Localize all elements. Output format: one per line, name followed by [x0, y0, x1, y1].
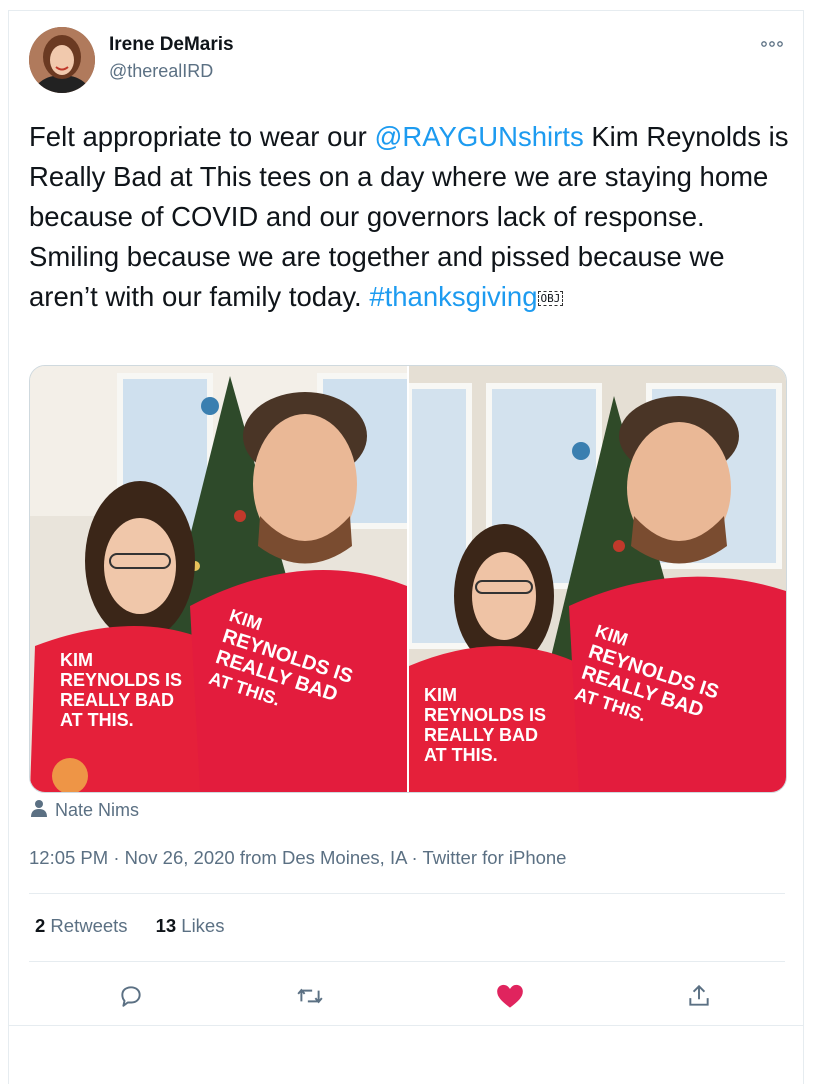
heart-icon[interactable]: [495, 981, 525, 1011]
meta-separator: ·: [108, 847, 125, 868]
retweets-label: Retweets: [45, 915, 128, 936]
shirt-text-right-3: REALLY BAD: [424, 725, 538, 745]
divider: [29, 893, 785, 894]
reply-icon[interactable]: [116, 981, 146, 1011]
mention-link[interactable]: @RAYGUNshirts: [374, 121, 583, 152]
media-grid: KIM REYNOLDS IS REALLY BAD AT THIS. KIM …: [29, 365, 787, 793]
likes-label: Likes: [176, 915, 225, 936]
object-replacement-glyph: OBJ: [537, 290, 564, 306]
tweet-card: Irene DeMaris @therealIRD Felt appropria…: [8, 10, 804, 1084]
shirt-text-left-2: REYNOLDS IS: [60, 670, 182, 690]
likes-stat[interactable]: 13 Likes: [156, 915, 225, 937]
photo-right[interactable]: KIM REYNOLDS IS REALLY BAD AT THIS. KIM …: [409, 366, 786, 792]
meta-separator: ·: [406, 847, 423, 868]
shirt-text-right-2: REYNOLDS IS: [424, 705, 546, 725]
shirt-text-right-4: AT THIS.: [424, 745, 498, 765]
tagged-user-name[interactable]: Nate Nims: [55, 800, 139, 821]
tweet-text: Felt appropriate to wear our @RAYGUNshir…: [29, 117, 789, 319]
action-bar: [29, 977, 785, 1017]
likes-count: 13: [155, 915, 177, 936]
tweet-time[interactable]: 12:05 PM: [29, 847, 108, 868]
shirt-text-left-1: KIM: [60, 650, 93, 670]
tweet-source[interactable]: Twitter for iPhone: [423, 847, 567, 868]
avatar[interactable]: [29, 27, 95, 93]
retweets-stat[interactable]: 2 Retweets: [35, 915, 128, 937]
tweet-date[interactable]: Nov 26, 2020: [125, 847, 235, 868]
tweet-stats: 2 Retweets 13 Likes: [35, 915, 224, 937]
photo-left[interactable]: KIM REYNOLDS IS REALLY BAD AT THIS. KIM …: [30, 366, 407, 792]
hashtag-link[interactable]: #thanksgiving: [369, 281, 537, 312]
person-icon: [31, 799, 47, 822]
tagged-users[interactable]: Nate Nims: [31, 799, 139, 822]
tweet-text-part-1: Felt appropriate to wear our: [29, 121, 375, 152]
retweets-count: 2: [35, 915, 46, 936]
divider: [9, 1025, 803, 1026]
shirt-text-right-1: KIM: [424, 685, 457, 705]
tweet-meta: 12:05 PM · Nov 26, 2020 from Des Moines,…: [29, 847, 566, 869]
tweet-location[interactable]: from Des Moines, IA: [235, 847, 407, 868]
more-icon[interactable]: [761, 35, 783, 51]
author-name[interactable]: Irene DeMaris: [109, 34, 234, 56]
retweet-icon[interactable]: [295, 981, 325, 1011]
shirt-text-left-4: AT THIS.: [60, 710, 134, 730]
divider: [29, 961, 785, 962]
shirt-text-left-3: REALLY BAD: [60, 690, 174, 710]
author-handle[interactable]: @therealIRD: [109, 61, 213, 82]
share-icon[interactable]: [684, 981, 714, 1011]
